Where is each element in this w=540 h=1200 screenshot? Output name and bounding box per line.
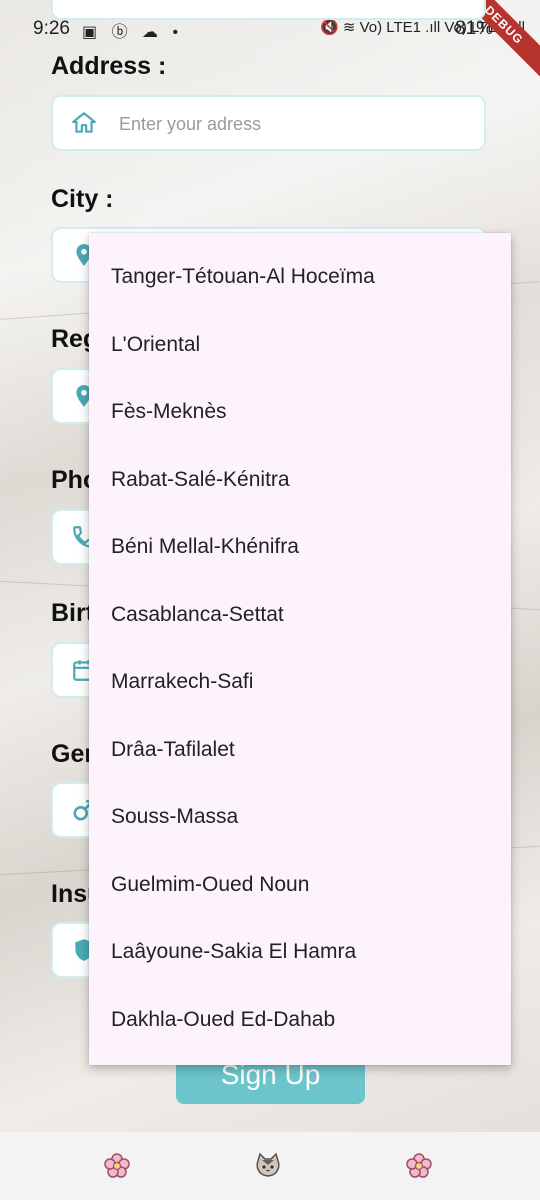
flower-icon[interactable] [102, 1151, 132, 1181]
address-placeholder: Enter your adress [119, 114, 262, 134]
home-icon [71, 110, 97, 136]
address-field[interactable]: Enter your adress [51, 95, 486, 151]
address-label: Address : [51, 52, 167, 80]
previous-field[interactable] [51, 0, 486, 20]
gender-label: Ger [51, 740, 95, 768]
menu-item-region[interactable]: Dakhla-Oued Ed-Dahab [111, 1008, 335, 1032]
menu-item-region[interactable]: Guelmim-Oued Noun [111, 873, 309, 897]
birthdate-label: Birt [51, 599, 95, 627]
menu-item-region[interactable]: Marrakech-Safi [111, 670, 253, 694]
menu-item-region[interactable]: Tanger-Tétouan-Al Hoceïma [111, 265, 375, 289]
menu-item-region[interactable]: Fès-Meknès [111, 400, 227, 424]
menu-item-region[interactable]: L'Oriental [111, 333, 200, 357]
flower-icon[interactable] [404, 1151, 434, 1181]
menu-item-region[interactable]: Rabat-Salé-Kénitra [111, 468, 290, 492]
menu-item-region[interactable]: Drâa-Tafilalet [111, 738, 235, 762]
region-dropdown-menu: Tanger-Tétouan-Al Hoceïma L'Oriental Fès… [89, 233, 511, 1065]
menu-item-region[interactable]: Souss-Massa [111, 805, 238, 829]
menu-item-region[interactable]: Casablanca-Settat [111, 603, 284, 627]
menu-item-region[interactable]: Laâyoune-Sakia El Hamra [111, 940, 356, 964]
menu-item-region[interactable]: Béni Mellal-Khénifra [111, 535, 299, 559]
city-label: City : [51, 185, 114, 213]
status-time: 9:26 [33, 18, 70, 39]
bottom-navigation-bar [0, 1132, 540, 1200]
cat-icon[interactable] [253, 1151, 283, 1181]
status-notification-icons: ▣ ⓑ ☁ • [82, 24, 184, 41]
